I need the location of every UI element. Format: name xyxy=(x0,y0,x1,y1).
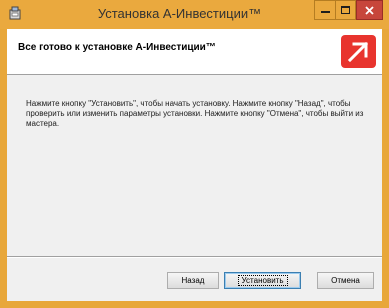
installer-icon[interactable] xyxy=(7,5,23,21)
footer-divider xyxy=(7,256,382,258)
wizard-content: Все готово к установке А-Инвестиции™ Наж… xyxy=(7,29,382,301)
window-title: Установка А-Инвестиции™ xyxy=(97,6,262,21)
maximize-button[interactable] xyxy=(335,0,356,20)
installer-window: Установка А-Инвестиции™ Все готово к уст… xyxy=(0,0,389,308)
install-button[interactable]: Установить xyxy=(224,272,301,289)
alfa-logo-icon xyxy=(341,35,376,68)
title-bar[interactable]: Установка А-Инвестиции™ xyxy=(0,0,389,29)
close-icon xyxy=(365,5,374,15)
cancel-button-label: Отмена xyxy=(331,276,360,285)
cancel-button[interactable]: Отмена xyxy=(317,272,374,289)
back-button[interactable]: Назад xyxy=(167,272,219,289)
minimize-button[interactable] xyxy=(314,0,335,20)
wizard-header: Все готово к установке А-Инвестиции™ xyxy=(7,29,382,75)
page-heading: Все готово к установке А-Инвестиции™ xyxy=(18,42,216,53)
instructions-text: Нажмите кнопку "Установить", чтобы начат… xyxy=(26,99,364,128)
minimize-icon xyxy=(320,11,330,13)
close-button[interactable] xyxy=(356,0,383,20)
back-button-label: Назад xyxy=(181,276,205,285)
maximize-icon xyxy=(341,6,350,14)
install-button-label: Установить xyxy=(237,275,288,286)
